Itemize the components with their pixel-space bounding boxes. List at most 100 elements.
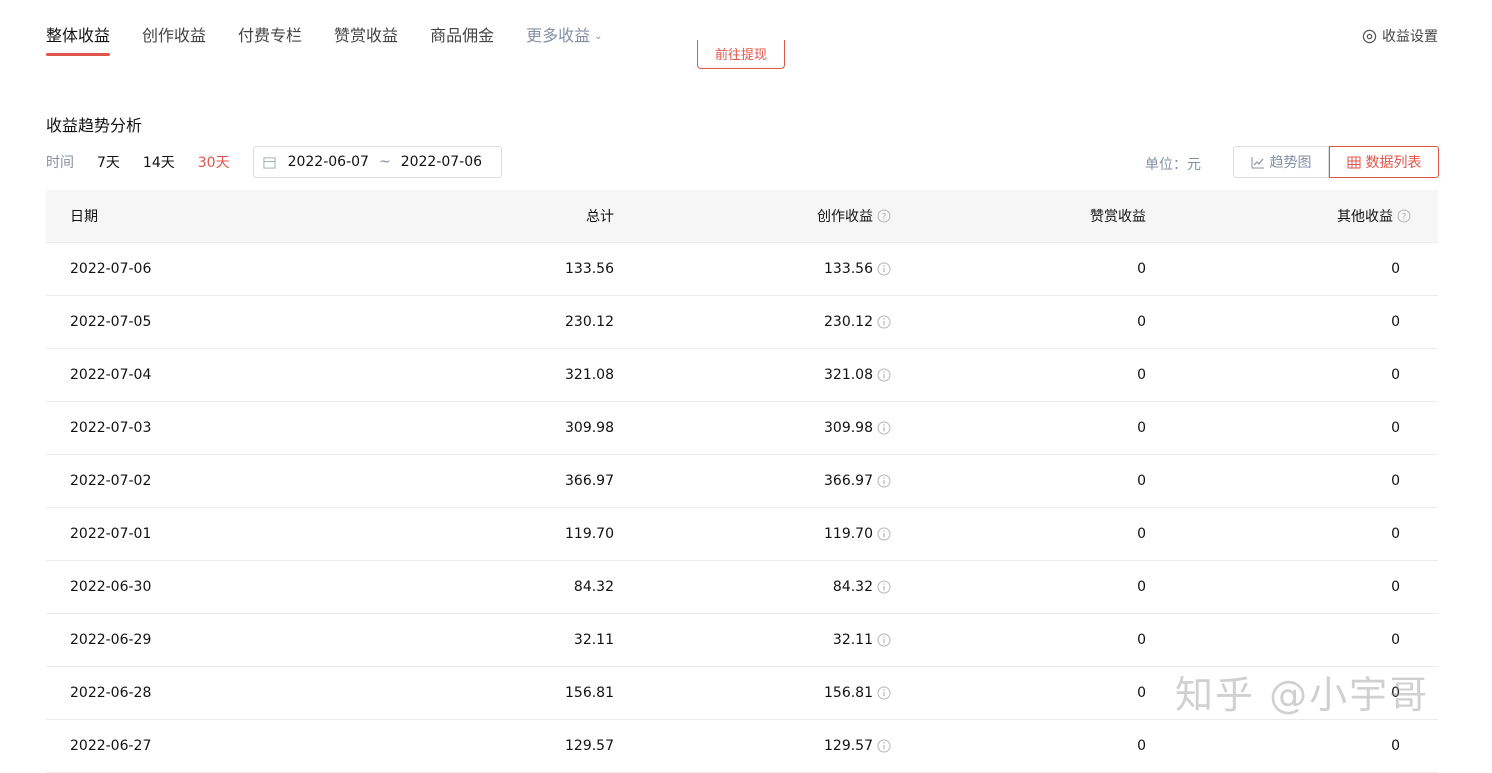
cell-date: 2022-07-06: [70, 261, 152, 277]
cell-date: 2022-07-03: [70, 420, 152, 436]
data-list-view-button[interactable]: 数据列表: [1329, 146, 1439, 178]
view-chart-label: 趋势图: [1269, 155, 1312, 171]
cell-creation: 84.32: [614, 579, 891, 595]
info-icon[interactable]: [877, 474, 891, 488]
cell-reward: 0: [1137, 367, 1146, 383]
cell-total: 156.81: [565, 685, 614, 701]
info-icon[interactable]: [877, 633, 891, 647]
info-icon[interactable]: [877, 421, 891, 435]
tab-overall-earnings[interactable]: 整体收益: [46, 0, 111, 70]
table-row: 2022-06-27 129.57 129.57 0 0: [46, 720, 1438, 773]
cell-creation-value: 84.32: [832, 579, 873, 595]
line-chart-icon: [1251, 156, 1264, 168]
header-creation-label: 创作收益: [817, 209, 873, 225]
date-separator: ~: [378, 154, 391, 170]
cell-other: 0: [1391, 420, 1400, 436]
cell-creation-value: 119.70: [824, 526, 873, 542]
range-7-days[interactable]: 7天: [97, 152, 120, 172]
cell-other: 0: [1391, 579, 1400, 595]
tab-label: 更多收益: [526, 26, 591, 45]
cell-reward: 0: [1137, 261, 1146, 277]
cell-other: 0: [1391, 367, 1400, 383]
calendar-icon: [263, 156, 276, 169]
cell-total: 84.32: [573, 579, 614, 595]
header-other: 其他收益 ?: [1146, 206, 1411, 226]
cell-date: 2022-07-05: [70, 314, 152, 330]
table-row: 2022-07-05 230.12 230.12 0 0: [46, 296, 1438, 349]
cell-date: 2022-07-02: [70, 473, 152, 489]
svg-text:?: ?: [882, 213, 887, 223]
info-icon[interactable]: [877, 527, 891, 541]
info-icon[interactable]: [877, 580, 891, 594]
cell-other: 0: [1391, 526, 1400, 542]
settings-icon: [1362, 29, 1377, 43]
trend-chart-view-button[interactable]: 趋势图: [1233, 146, 1329, 178]
cell-date: 2022-07-04: [70, 367, 152, 383]
date-range-picker[interactable]: 2022-06-07 ~ 2022-07-06: [252, 146, 502, 178]
header-date: 日期: [70, 209, 98, 225]
cell-other: 0: [1391, 685, 1400, 701]
info-icon[interactable]: [877, 315, 891, 329]
tab-creation-earnings[interactable]: 创作收益: [142, 0, 206, 70]
cashout-button[interactable]: 前往提现: [697, 40, 785, 69]
help-icon[interactable]: ?: [1397, 209, 1411, 223]
cell-reward: 0: [1137, 473, 1146, 489]
info-icon[interactable]: [877, 739, 891, 753]
range-14-days[interactable]: 14天: [143, 152, 175, 172]
cell-date: 2022-07-01: [70, 526, 152, 542]
table-row: 2022-07-03 309.98 309.98 0 0: [46, 402, 1438, 455]
cell-total: 321.08: [565, 367, 614, 383]
cell-creation: 32.11: [614, 632, 891, 648]
cell-date: 2022-06-29: [70, 632, 152, 648]
cell-reward: 0: [1137, 632, 1146, 648]
date-start: 2022-06-07: [287, 154, 369, 170]
cell-date: 2022-06-30: [70, 579, 152, 595]
header-total: 总计: [586, 209, 614, 225]
header-other-label: 其他收益: [1337, 209, 1393, 225]
cell-other: 0: [1391, 261, 1400, 277]
tab-paid-column[interactable]: 付费专栏: [238, 0, 302, 70]
cell-reward: 0: [1137, 685, 1146, 701]
cell-other: 0: [1391, 632, 1400, 648]
help-icon[interactable]: ?: [877, 209, 891, 223]
tab-label: 商品佣金: [430, 26, 495, 45]
tab-more-earnings[interactable]: 更多收益 ⌄: [526, 0, 602, 70]
info-icon[interactable]: [877, 368, 891, 382]
table-row: 2022-06-28 156.81 156.81 0 0: [46, 667, 1438, 720]
cell-creation: 156.81: [614, 685, 891, 701]
time-filter: 时间 7天 14天 30天 2022-06-07 ~ 2022-07-06: [46, 146, 502, 178]
view-toggle: 趋势图 数据列表: [1233, 146, 1439, 178]
range-30-days[interactable]: 30天: [198, 152, 230, 172]
view-table-label: 数据列表: [1365, 155, 1422, 171]
tab-label: 付费专栏: [238, 26, 303, 45]
svg-text:?: ?: [1402, 213, 1407, 223]
tab-label: 创作收益: [142, 26, 207, 45]
cell-total: 133.56: [565, 261, 614, 277]
cell-total: 129.57: [565, 738, 614, 754]
cashout-label: 前往提现: [714, 48, 767, 63]
cell-date: 2022-06-28: [70, 685, 152, 701]
earnings-table: 日期 总计 创作收益 ? 赞赏收益 其他收益 ? 2022-07-06 133.5…: [46, 190, 1438, 773]
table-row: 2022-07-06 133.56 133.56 0 0: [46, 243, 1438, 296]
cell-creation: 321.08: [614, 367, 891, 383]
tab-label: 整体收益: [46, 26, 111, 45]
cell-creation-value: 156.81: [824, 685, 873, 701]
cell-creation: 119.70: [614, 526, 891, 542]
tab-label: 赞赏收益: [334, 26, 399, 45]
cell-total: 366.97: [565, 473, 614, 489]
info-icon[interactable]: [877, 262, 891, 276]
cell-total: 119.70: [565, 526, 614, 542]
cell-creation: 366.97: [614, 473, 891, 489]
tab-product-commission[interactable]: 商品佣金: [430, 0, 494, 70]
cell-creation-value: 230.12: [824, 314, 873, 330]
tab-reward-earnings[interactable]: 赞赏收益: [334, 0, 398, 70]
cell-other: 0: [1391, 314, 1400, 330]
cell-reward: 0: [1137, 314, 1146, 330]
cell-other: 0: [1391, 738, 1400, 754]
cell-total: 309.98: [565, 420, 614, 436]
cell-reward: 0: [1137, 420, 1146, 436]
earnings-settings-link[interactable]: 收益设置: [1362, 26, 1438, 46]
cell-reward: 0: [1137, 579, 1146, 595]
info-icon[interactable]: [877, 686, 891, 700]
cell-creation-value: 32.11: [832, 632, 873, 648]
